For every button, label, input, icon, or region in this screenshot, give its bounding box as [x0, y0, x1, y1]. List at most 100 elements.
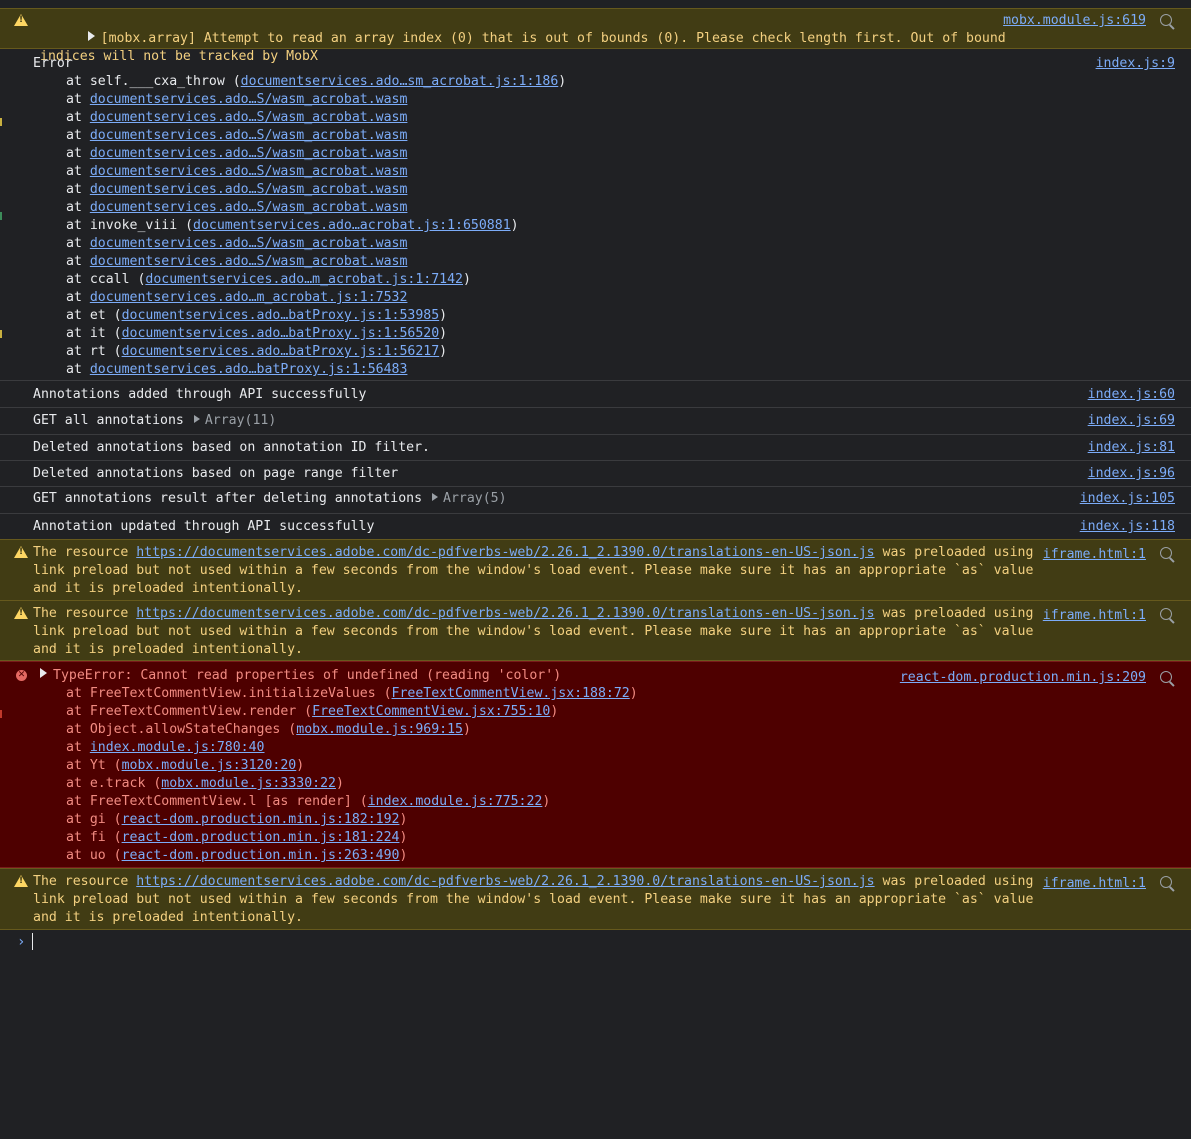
- stack-frame-link[interactable]: index.module.js:780:40: [90, 740, 265, 755]
- stack-frame: at documentservices.ado…batProxy.js:1:56…: [0, 361, 1191, 379]
- source-link[interactable]: index.js:60: [1088, 386, 1175, 404]
- search-icon[interactable]: [1160, 14, 1172, 26]
- stack-frame-link[interactable]: documentservices.ado…S/wasm_acrobat.wasm: [90, 128, 408, 143]
- stack-frame-link[interactable]: documentservices.ado…batProxy.js:1:56520: [122, 326, 440, 341]
- warning-message: The resource https://documentservices.ad…: [0, 868, 1191, 930]
- stack-frame-text: at self.___cxa_throw (: [66, 74, 241, 89]
- stack-frame-link[interactable]: documentservices.ado…S/wasm_acrobat.wasm: [90, 254, 408, 269]
- stack-frame-text: at: [66, 164, 90, 179]
- stack-frame-text: at: [66, 182, 90, 197]
- expand-triangle-icon[interactable]: [40, 668, 47, 678]
- search-icon[interactable]: [1160, 876, 1172, 888]
- log-entry: GET all annotations Array(11) index.js:69: [0, 408, 1191, 435]
- console-input[interactable]: [32, 933, 33, 950]
- stack-frame: at documentservices.ado…S/wasm_acrobat.w…: [0, 181, 1191, 199]
- error-text: TypeError: Cannot read properties of und…: [53, 668, 562, 683]
- stack-frame-text: at rt (: [66, 344, 122, 359]
- stack-frame-text: at: [66, 110, 90, 125]
- stack-frame-text: at it (: [66, 326, 122, 341]
- stack-frame: at et (documentservices.ado…batProxy.js:…: [0, 307, 1191, 325]
- stack-frame-suffix: ): [462, 722, 471, 737]
- source-link[interactable]: iframe.html:1: [1043, 607, 1146, 625]
- stack-frame-link[interactable]: index.module.js:775:22: [368, 794, 543, 809]
- stack-frame-link[interactable]: documentservices.ado…S/wasm_acrobat.wasm: [90, 164, 408, 179]
- source-link[interactable]: iframe.html:1: [1043, 546, 1146, 564]
- array-preview[interactable]: Array(5): [432, 491, 507, 506]
- stack-frame-text: at e.track (: [66, 776, 162, 791]
- source-link[interactable]: react-dom.production.min.js:209: [900, 669, 1146, 687]
- stack-frame-link[interactable]: documentservices.ado…S/wasm_acrobat.wasm: [90, 182, 408, 197]
- stack-frame-link[interactable]: documentservices.ado…S/wasm_acrobat.wasm: [90, 110, 408, 125]
- source-link[interactable]: index.js:81: [1088, 439, 1175, 457]
- stack-trace: at FreeTextCommentView.initializeValues …: [0, 685, 1191, 865]
- log-entry: Deleted annotations based on page range …: [0, 461, 1191, 487]
- source-link[interactable]: index.js:96: [1088, 465, 1175, 483]
- stack-frame-text: at: [66, 362, 90, 377]
- warning-icon: [14, 546, 28, 558]
- stack-frame-link[interactable]: documentservices.ado…S/wasm_acrobat.wasm: [90, 200, 408, 215]
- log-entry: Deleted annotations based on annotation …: [0, 435, 1191, 461]
- stack-frame-link[interactable]: documentservices.ado…batProxy.js:1:56483: [90, 362, 408, 377]
- expand-triangle-icon[interactable]: [193, 415, 200, 423]
- stack-frame-link[interactable]: mobx.module.js:3120:20: [122, 758, 297, 773]
- source-link[interactable]: mobx.module.js:619: [1003, 12, 1146, 30]
- stack-frame-link[interactable]: react-dom.production.min.js:182:192: [122, 812, 400, 827]
- expand-triangle-icon[interactable]: [432, 493, 439, 501]
- stack-frame-link[interactable]: FreeTextCommentView.jsx:755:10: [312, 704, 550, 719]
- resource-url-link[interactable]: https://documentservices.adobe.com/dc-pd…: [136, 606, 874, 621]
- stack-frame: at documentservices.ado…S/wasm_acrobat.w…: [0, 199, 1191, 217]
- source-link[interactable]: index.js:118: [1080, 518, 1175, 536]
- stack-frame: at e.track (mobx.module.js:3330:22): [0, 775, 1191, 793]
- stack-frame-link[interactable]: mobx.module.js:969:15: [296, 722, 463, 737]
- stack-frame-text: at: [66, 236, 90, 251]
- stack-frame: at Object.allowStateChanges (mobx.module…: [0, 721, 1191, 739]
- stack-frame-link[interactable]: documentservices.ado…S/wasm_acrobat.wasm: [90, 236, 408, 251]
- resource-url-link[interactable]: https://documentservices.adobe.com/dc-pd…: [136, 545, 874, 560]
- warning-text: The resource: [33, 606, 137, 621]
- stack-trace: at self.___cxa_throw (documentservices.a…: [0, 73, 1191, 379]
- source-link[interactable]: iframe.html:1: [1043, 875, 1146, 893]
- warning-icon: [14, 607, 28, 619]
- search-icon[interactable]: [1160, 671, 1172, 683]
- stack-frame-link[interactable]: FreeTextCommentView.jsx:188:72: [392, 686, 630, 701]
- log-entry: Annotations added through API successful…: [0, 382, 1191, 408]
- stack-frame-suffix: ): [510, 218, 519, 233]
- stack-frame-link[interactable]: documentservices.ado…m_acrobat.js:1:7532: [90, 290, 408, 305]
- stack-frame-link[interactable]: react-dom.production.min.js:263:490: [122, 848, 400, 863]
- log-text: Deleted annotations based on annotation …: [33, 440, 430, 455]
- stack-frame: at Yt (mobx.module.js:3120:20): [0, 757, 1191, 775]
- stack-frame: at documentservices.ado…S/wasm_acrobat.w…: [0, 145, 1191, 163]
- stack-frame: at FreeTextCommentView.initializeValues …: [0, 685, 1191, 703]
- error-icon: ✕: [16, 670, 27, 681]
- source-link[interactable]: index.js:105: [1080, 490, 1175, 508]
- source-link[interactable]: index.js:9: [1096, 55, 1175, 73]
- stack-frame-link[interactable]: documentservices.ado…sm_acrobat.js:1:186: [241, 74, 559, 89]
- stack-frame: at it (documentservices.ado…batProxy.js:…: [0, 325, 1191, 343]
- resource-url-link[interactable]: https://documentservices.adobe.com/dc-pd…: [136, 874, 874, 889]
- expand-triangle-icon[interactable]: [87, 31, 95, 41]
- search-icon[interactable]: [1160, 547, 1172, 559]
- stack-frame: at FreeTextCommentView.l [as render] (in…: [0, 793, 1191, 811]
- warning-icon: [14, 875, 28, 887]
- log-text: GET annotations result after deleting an…: [33, 491, 423, 506]
- gutter-marker: [0, 710, 2, 718]
- stack-frame-link[interactable]: documentservices.ado…S/wasm_acrobat.wasm: [90, 92, 408, 107]
- search-icon[interactable]: [1160, 608, 1172, 620]
- stack-frame-suffix: ): [463, 272, 471, 287]
- stack-frame-link[interactable]: mobx.module.js:3330:22: [161, 776, 336, 791]
- stack-frame-text: at: [66, 740, 90, 755]
- stack-frame-link[interactable]: documentservices.ado…batProxy.js:1:56217: [122, 344, 440, 359]
- stack-frame-link[interactable]: documentservices.ado…m_acrobat.js:1:7142: [145, 272, 463, 287]
- warning-message: The resource https://documentservices.ad…: [0, 601, 1191, 661]
- stack-frame-link[interactable]: documentservices.ado…acrobat.js:1:650881: [193, 218, 511, 233]
- source-link[interactable]: index.js:69: [1088, 412, 1175, 430]
- array-preview[interactable]: Array(11): [193, 413, 276, 428]
- log-entry: GET annotations result after deleting an…: [0, 487, 1191, 514]
- stack-frame-suffix: ): [335, 776, 344, 791]
- stack-frame-text: at gi (: [66, 812, 122, 827]
- stack-frame-link[interactable]: documentservices.ado…batProxy.js:1:53985: [122, 308, 440, 323]
- stack-frame-link[interactable]: documentservices.ado…S/wasm_acrobat.wasm: [90, 146, 408, 161]
- stack-frame-suffix: ): [399, 830, 408, 845]
- stack-frame: at uo (react-dom.production.min.js:263:4…: [0, 847, 1191, 865]
- stack-frame-link[interactable]: react-dom.production.min.js:181:224: [122, 830, 400, 845]
